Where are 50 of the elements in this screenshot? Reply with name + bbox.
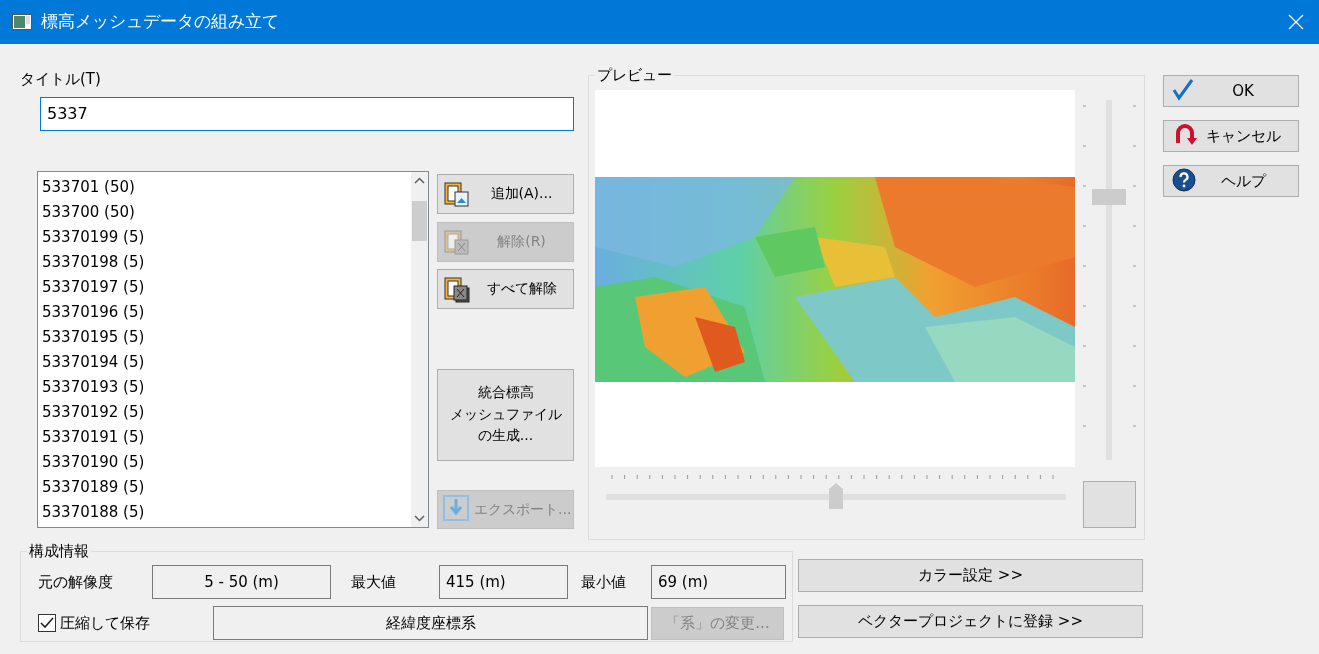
clipboard-icon: [443, 274, 470, 303]
list-item[interactable]: 533701 (50): [38, 174, 411, 200]
list-button[interactable]: 統合標高 メッシュファイル の生成...: [437, 368, 574, 461]
dialog-button[interactable]: キャンセル: [1163, 120, 1299, 152]
scrollbar[interactable]: [411, 171, 428, 527]
slider-thumb[interactable]: [1092, 189, 1126, 206]
dialog-button[interactable]: ヘルプ: [1163, 165, 1299, 197]
list-item[interactable]: 53370188 (5): [38, 499, 411, 525]
list-item[interactable]: 53370192 (5): [38, 399, 411, 425]
clipboard-icon: [443, 227, 470, 256]
list-item[interactable]: 53370191 (5): [38, 424, 411, 450]
settings-button[interactable]: カラー設定 >>: [798, 559, 1143, 592]
list-item[interactable]: 53370190 (5): [38, 449, 411, 475]
field-label: 元の解像度: [38, 571, 114, 593]
list-item[interactable]: 53370195 (5): [38, 324, 411, 350]
settings-button[interactable]: ベクタープロジェクトに登録 >>: [798, 605, 1143, 638]
list-item[interactable]: 53370193 (5): [38, 374, 411, 400]
list-item[interactable]: 53370194 (5): [38, 349, 411, 375]
list-item[interactable]: 53370189 (5): [38, 474, 411, 500]
value-field: 69 (m): [651, 565, 786, 599]
title-field[interactable]: 5337: [40, 96, 574, 131]
clipboard-icon: [443, 179, 470, 208]
list-item[interactable]: 533700 (50): [38, 199, 411, 225]
list-item[interactable]: 53370196 (5): [38, 299, 411, 325]
field-label: 最大値: [351, 571, 397, 593]
list-button[interactable]: すべて解除: [437, 268, 574, 309]
list-item[interactable]: 53370197 (5): [38, 274, 411, 300]
mesh-list[interactable]: 533701 (50) 533700 (50) 53370199 (5) 53370198 (5) 53370197 (5) 53370196 (5) 53370195 (5) 53370194 (5) 53370193 (5) 53370192 (5) 53370191 (5) 53370190 (5) 53370189 (5) 53370188 (5): [37, 170, 429, 528]
window-title: 標高メッシュデータの組み立て: [41, 10, 280, 34]
dialog-button[interactable]: OK: [1163, 75, 1299, 107]
close-icon: [1288, 14, 1304, 30]
value-field: 経緯度座標系: [213, 606, 648, 640]
checkbox-label[interactable]: 圧縮して保存: [60, 611, 213, 635]
app-icon: [12, 14, 32, 30]
group-label: 構成情報: [27, 541, 91, 561]
checkmark-icon: [40, 617, 54, 629]
slider-thumb[interactable]: [829, 483, 843, 509]
color-swatch: [1083, 481, 1136, 528]
list-button[interactable]: 追加(A)...: [437, 173, 574, 214]
field-label: タイトル(T): [20, 69, 102, 90]
list-item[interactable]: 53370198 (5): [38, 249, 411, 275]
checkbox[interactable]: [38, 614, 56, 632]
value-field: 5 - 50 (m): [152, 565, 331, 599]
value-field: 415 (m): [439, 565, 568, 599]
help-icon: [1172, 168, 1198, 194]
field-label: 最小値: [581, 571, 627, 593]
download-icon: [443, 495, 470, 523]
list-item[interactable]: 53370199 (5): [38, 224, 411, 250]
scroll-thumb[interactable]: [412, 200, 427, 241]
group-label: プレビュー: [595, 65, 674, 85]
